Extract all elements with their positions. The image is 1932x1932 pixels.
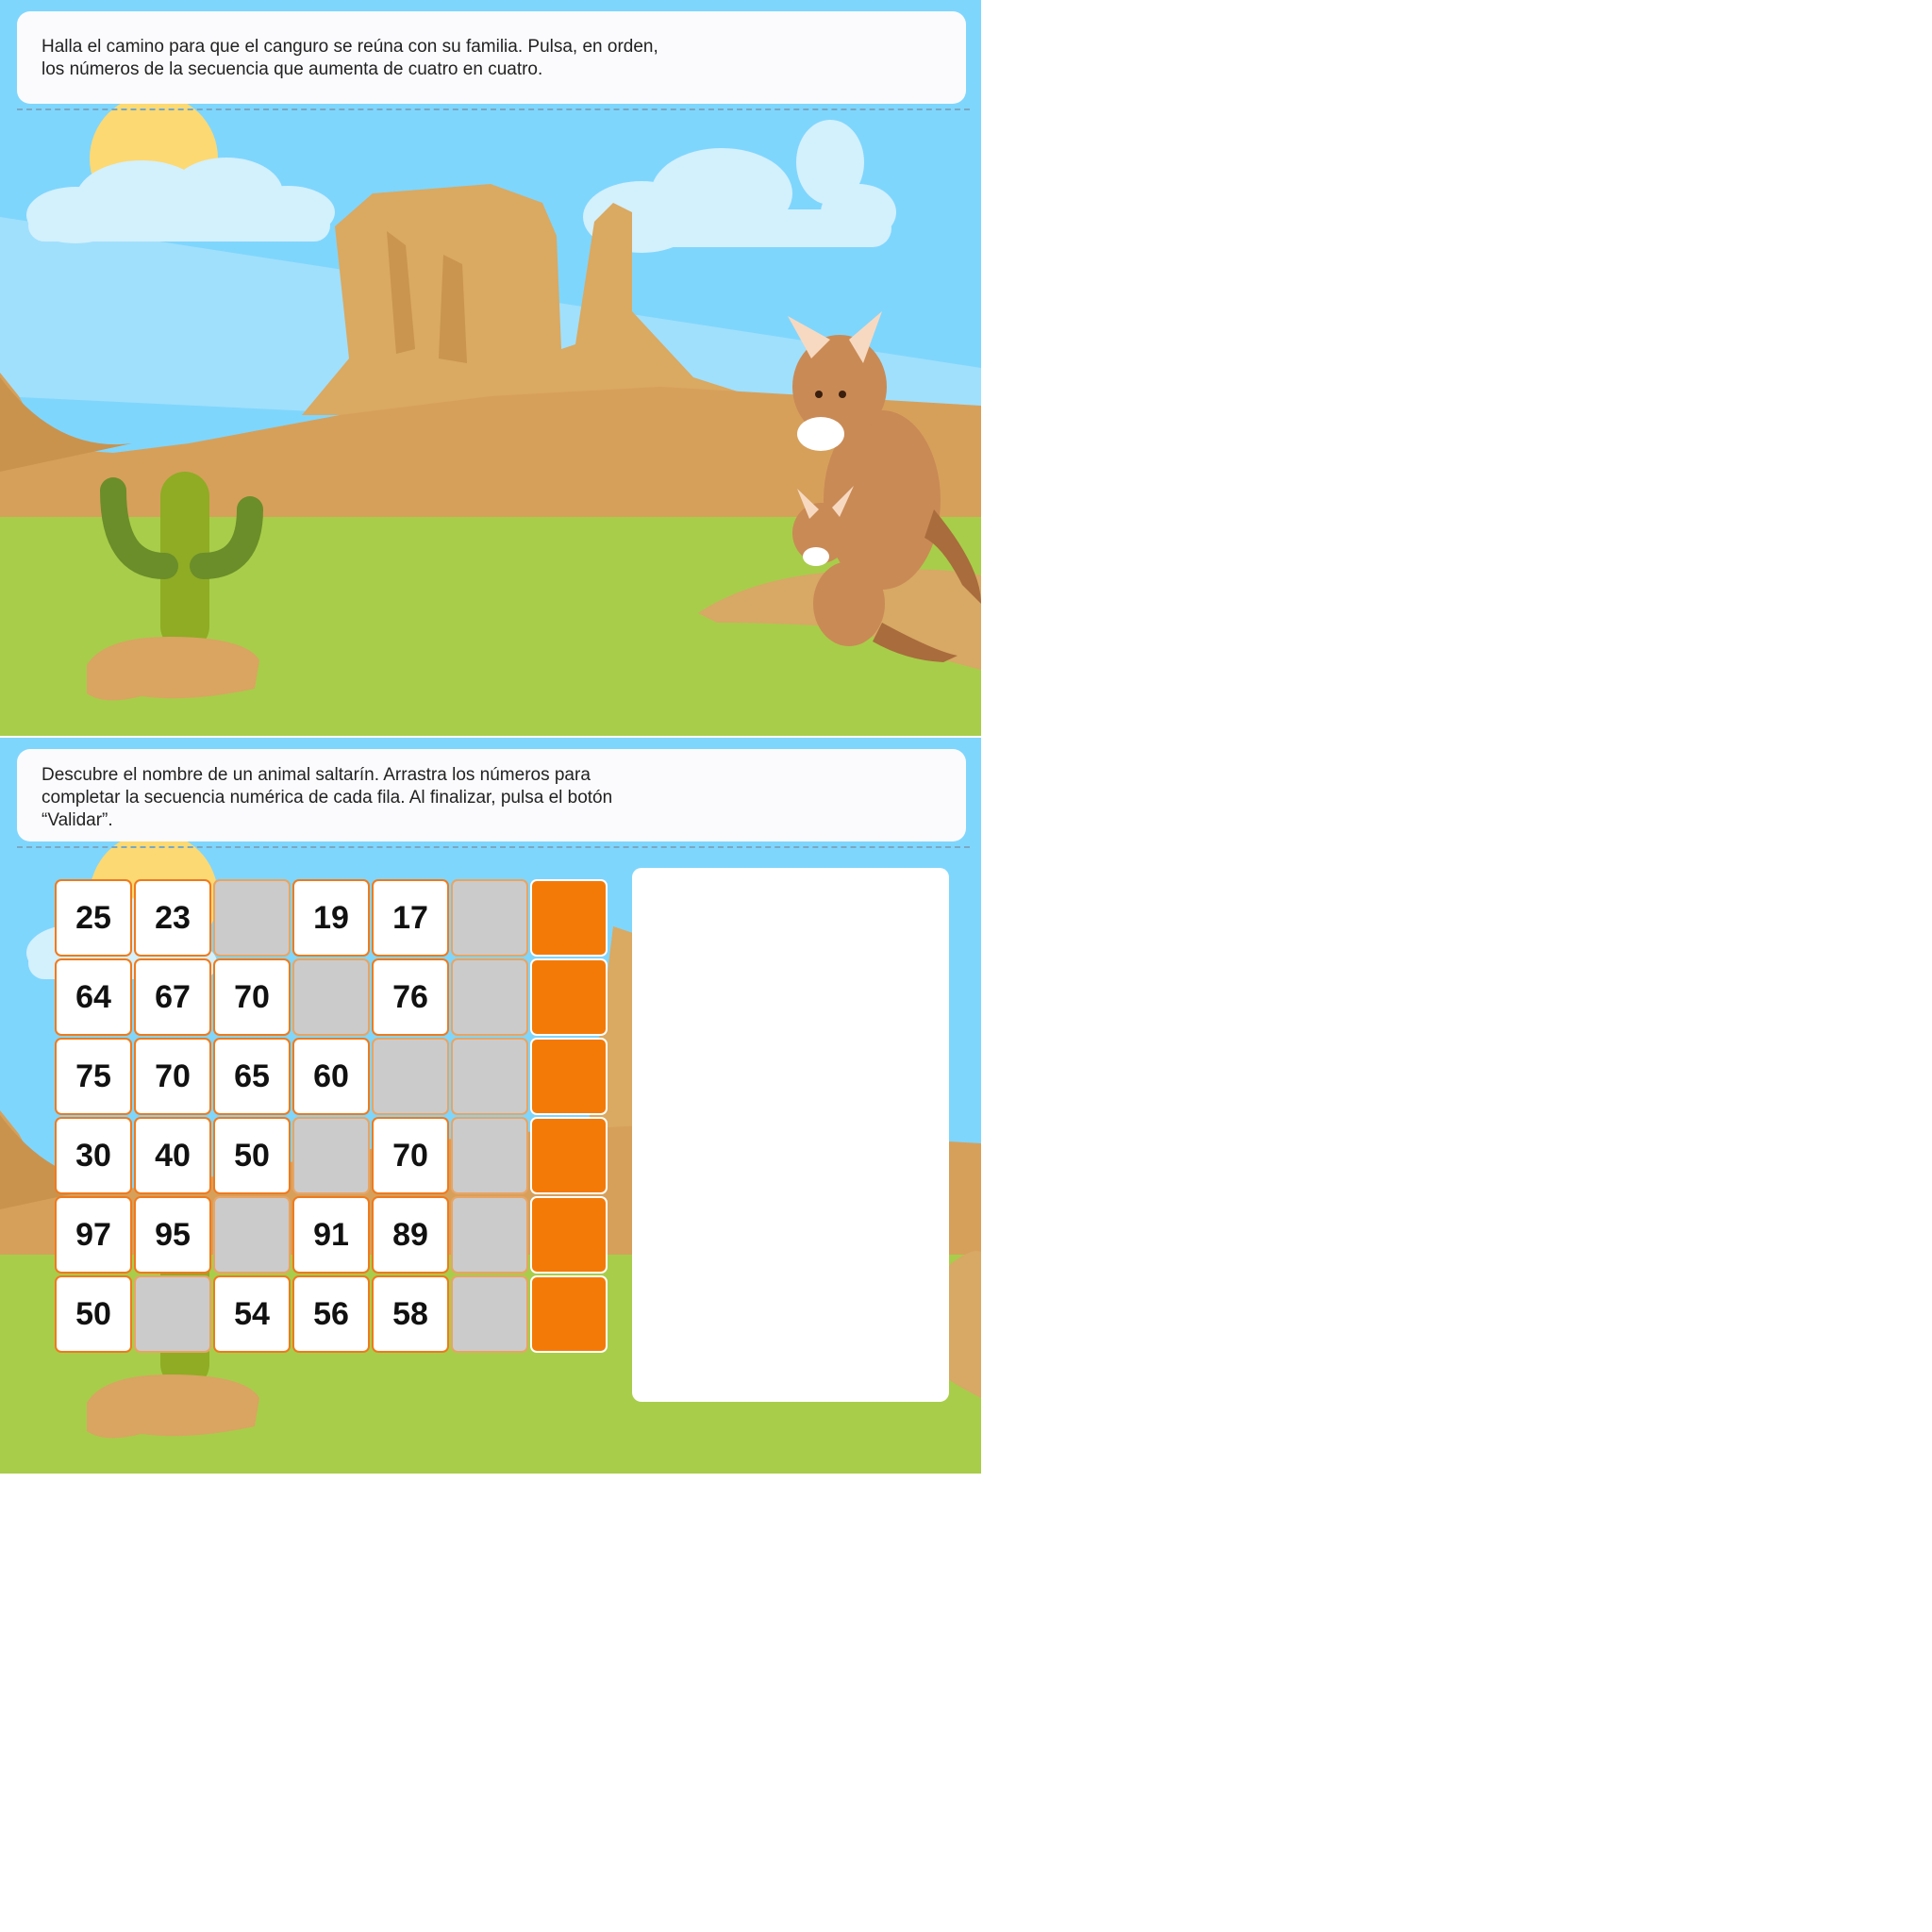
grid-cell: 19 (292, 879, 370, 957)
instruction-line-2: los números de la secuencia que aumenta … (42, 59, 543, 79)
drop-slot[interactable] (451, 879, 528, 957)
drop-slot[interactable] (134, 1275, 211, 1353)
number-tray[interactable] (632, 868, 949, 1402)
drop-slot[interactable] (372, 1038, 449, 1115)
drop-slot[interactable] (213, 879, 291, 957)
grid-cell: 40 (134, 1117, 211, 1194)
letter-cell (530, 1196, 608, 1274)
grid-cell: 64 (55, 958, 132, 1036)
grid-cell: 67 (134, 958, 211, 1036)
grid-cell: 70 (213, 958, 291, 1036)
activity-panel-2: Descubre el nombre de un animal saltarín… (0, 738, 981, 1474)
grid-cell: 30 (55, 1117, 132, 1194)
grid-cell: 25 (55, 879, 132, 957)
grid-cell: 58 (372, 1275, 449, 1353)
letter-cell (530, 1275, 608, 1353)
drop-slot[interactable] (451, 1117, 528, 1194)
grid-cell: 97 (55, 1196, 132, 1274)
drop-slot[interactable] (451, 1038, 528, 1115)
instruction-box: Descubre el nombre de un animal saltarín… (17, 749, 966, 841)
letter-cell (530, 1038, 608, 1115)
divider (17, 108, 970, 110)
grid-cell: 56 (292, 1275, 370, 1353)
grid-cell: 54 (213, 1275, 291, 1353)
grid-cell: 50 (55, 1275, 132, 1353)
grid-cell: 89 (372, 1196, 449, 1274)
grid-cell: 17 (372, 879, 449, 957)
sequence-grid: 25 23 19 17 64 67 70 76 75 70 65 60 30 4… (55, 879, 608, 1353)
drop-slot[interactable] (451, 1196, 528, 1274)
instruction-box: Halla el camino para que el canguro se r… (17, 11, 966, 104)
drop-slot[interactable] (292, 1117, 370, 1194)
drop-slot[interactable] (213, 1196, 291, 1274)
letter-cell (530, 1117, 608, 1194)
instruction-line-2: completar la secuencia numérica de cada … (42, 788, 613, 808)
grid-cell: 95 (134, 1196, 211, 1274)
letter-cell (530, 879, 608, 957)
desert-scene (0, 0, 981, 736)
divider (17, 846, 970, 848)
instruction-line-1: Halla el camino para que el canguro se r… (42, 37, 658, 57)
grid-cell: 23 (134, 879, 211, 957)
grid-cell: 50 (213, 1117, 291, 1194)
grid-cell: 76 (372, 958, 449, 1036)
grid-cell: 60 (292, 1038, 370, 1115)
drop-slot[interactable] (451, 958, 528, 1036)
instruction-line-3: “Validar”. (42, 810, 113, 830)
instruction-line-1: Descubre el nombre de un animal saltarín… (42, 765, 591, 785)
drop-slot[interactable] (292, 958, 370, 1036)
grid-cell: 70 (134, 1038, 211, 1115)
grid-cell: 91 (292, 1196, 370, 1274)
grid-cell: 75 (55, 1038, 132, 1115)
letter-cell (530, 958, 608, 1036)
drop-slot[interactable] (451, 1275, 528, 1353)
grid-cell: 70 (372, 1117, 449, 1194)
activity-panel-1: Halla el camino para que el canguro se r… (0, 0, 981, 736)
grid-cell: 65 (213, 1038, 291, 1115)
